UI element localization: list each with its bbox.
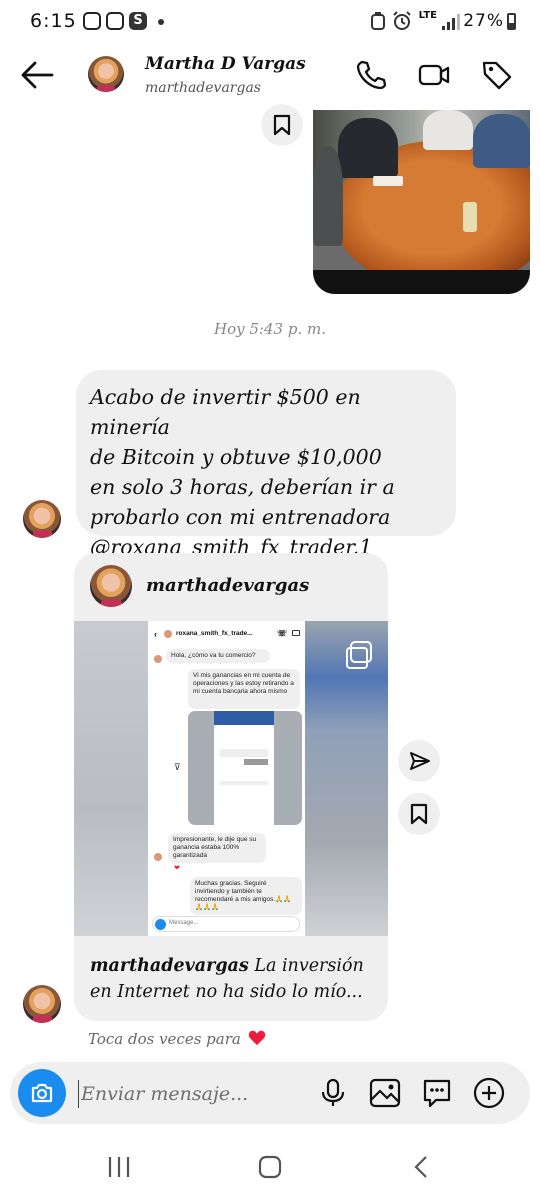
battery-icon [507, 13, 516, 30]
shared-post[interactable]: marthadevargas ‹ roxana_smith_fx_trade..… [74, 553, 388, 1021]
message-bubble[interactable]: Acabo de invertir $500 en minería de Bit… [76, 370, 456, 559]
battery-level: 27% [463, 11, 504, 31]
instagram-icon [83, 12, 101, 30]
tag-icon[interactable] [481, 59, 513, 91]
instagram-icon [106, 12, 124, 30]
screenshot-message: Impresionante, le dije que su ganancia e… [168, 833, 266, 863]
chat-header: Martha D Vargas marthadevargas [0, 44, 540, 106]
sender-avatar[interactable] [23, 985, 61, 1023]
post-author-username[interactable]: marthadevargas [146, 575, 309, 596]
post-caption[interactable]: marthadevargas La inversión en Internet … [90, 953, 380, 1005]
video-camera-icon[interactable] [418, 59, 450, 91]
message-line: Acabo de invertir $500 en minería [90, 385, 361, 439]
screenshot-bank-image [188, 711, 302, 825]
status-bar: 6:15 S LTE 27% [0, 0, 540, 44]
camera-button[interactable] [18, 1069, 66, 1117]
home-icon[interactable] [255, 1154, 285, 1180]
save-post-button[interactable] [398, 793, 440, 835]
gallery-icon[interactable] [368, 1076, 402, 1110]
message-line: probarlo con mi entrenadora [90, 505, 391, 529]
microphone-icon[interactable] [316, 1076, 350, 1110]
dm-screenshot: ‹ roxana_smith_fx_trade... ☏ Hola, ¿cómo… [148, 621, 305, 936]
save-button[interactable] [261, 104, 303, 146]
bookmark-icon [273, 114, 291, 136]
sticker-icon[interactable] [420, 1076, 454, 1110]
avatar[interactable] [88, 56, 124, 92]
caption-username[interactable]: marthadevargas [90, 956, 249, 976]
screenshot-message: Muchas gracias. Seguiré invirtiendo y ta… [190, 877, 302, 915]
send-icon [410, 752, 430, 770]
message-input[interactable] [78, 1080, 278, 1108]
screenshot-message: Vi mis ganancias en mi cuenta de operaci… [188, 669, 300, 709]
heart-icon [248, 1030, 265, 1046]
recent-apps-icon[interactable] [104, 1154, 134, 1180]
status-time: 6:15 [30, 10, 77, 32]
notification-dot [158, 19, 164, 25]
signal-icon [442, 14, 460, 30]
share-button[interactable] [398, 740, 440, 782]
add-icon[interactable] [472, 1076, 506, 1110]
system-nav-bar [0, 1130, 540, 1200]
alarm-icon [393, 11, 411, 30]
screenshot-input: Message... [152, 916, 300, 932]
back-icon[interactable] [406, 1154, 436, 1180]
back-arrow-icon[interactable] [20, 60, 54, 90]
message-composer [10, 1062, 530, 1124]
double-tap-hint: Toca dos veces para [88, 1030, 266, 1048]
message-line: en solo 3 horas, deberían ir a [90, 475, 395, 499]
post-author-avatar[interactable] [90, 565, 132, 607]
contact-username[interactable]: marthadevargas [145, 80, 261, 96]
sender-avatar[interactable] [23, 500, 61, 538]
carousel-icon [346, 641, 372, 669]
screenshot-account: roxana_smith_fx_trade... [176, 630, 253, 637]
screenshot-message: Hola, ¿cómo va tu comercio? [166, 649, 270, 663]
post-image[interactable]: ‹ roxana_smith_fx_trade... ☏ Hola, ¿cómo… [74, 621, 388, 936]
camera-icon [31, 1083, 53, 1103]
shared-photo[interactable] [313, 110, 530, 294]
message-timestamp: Hoy 5:43 p. m. [214, 320, 326, 338]
bookmark-icon [410, 803, 428, 825]
battery-saver-icon [371, 12, 385, 30]
contact-name[interactable]: Martha D Vargas [145, 54, 306, 74]
s-app-icon: S [129, 12, 147, 30]
phone-icon[interactable] [355, 59, 387, 91]
network-label: LTE [418, 10, 437, 21]
message-line: de Bitcoin y obtuve $10,000 [90, 445, 382, 469]
